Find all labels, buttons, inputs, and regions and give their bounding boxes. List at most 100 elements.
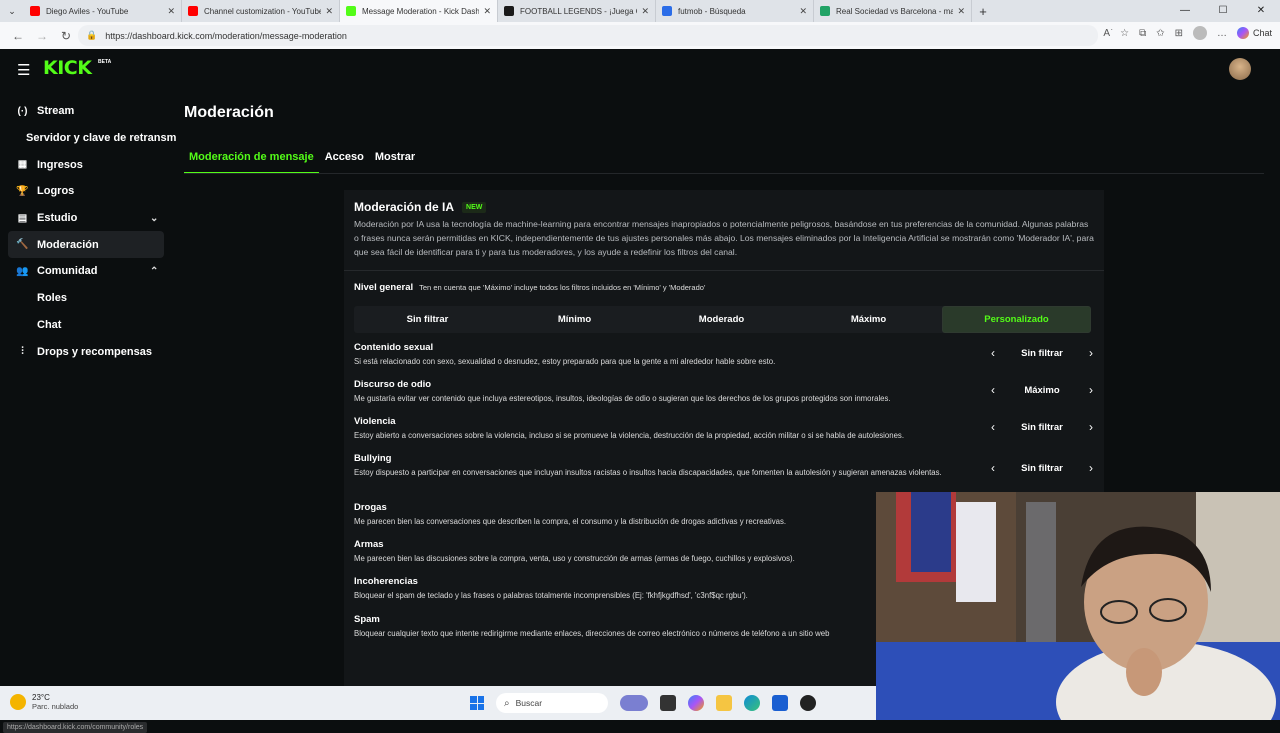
filter-value: Sin filtrar: [1021, 462, 1063, 474]
chevron-left-icon[interactable]: ‹: [986, 346, 1000, 360]
edge-icon[interactable]: [744, 695, 760, 711]
kick-logo[interactable]: KICK: [43, 57, 92, 79]
card-divider: [344, 270, 1104, 271]
browser-tab[interactable]: FOOTBALL LEGENDS - ¡Juega Gra ✕: [498, 0, 656, 22]
task-view-icon[interactable]: [660, 695, 676, 711]
filter-stepper: ‹ Sin filtrar ›: [986, 420, 1098, 434]
category-row: Contenido sexual Si está relacionado con …: [354, 342, 1094, 367]
copilot-chat-button[interactable]: Chat: [1236, 27, 1272, 39]
sidebar-item-ingresos[interactable]: ▦ Ingresos: [8, 151, 178, 178]
sidebar-item-chat[interactable]: Chat: [8, 312, 178, 339]
category-description: Bloquear cualquier texto que intente red…: [354, 629, 830, 638]
tab-list-icon[interactable]: ⌄: [0, 0, 24, 22]
browser-tab-strip: ⌄ Diego Aviles - YouTube ✕ Channel customi…: [0, 0, 1280, 22]
browser-tab[interactable]: Real Sociedad vs Barcelona - mar ✕: [814, 0, 972, 22]
lock-icon[interactable]: 🔒: [86, 30, 97, 41]
sidebar-icon: 👥: [16, 265, 29, 277]
sidebar-item-label: Moderación: [37, 238, 99, 251]
copilot-taskbar-icon[interactable]: [688, 695, 704, 711]
reload-icon[interactable]: ↻: [54, 29, 78, 43]
tab-favicon-icon: [504, 6, 514, 16]
level-selector: Sin filtrar Mínimo Moderado Máximo Personali…: [354, 306, 1091, 333]
windows-start-icon[interactable]: [470, 696, 484, 710]
level-option[interactable]: Mínimo: [501, 306, 648, 333]
sidebar-item-roles[interactable]: Roles: [8, 285, 178, 312]
level-option[interactable]: Personalizado: [942, 306, 1091, 333]
sidebar-icon: 🏆: [16, 185, 29, 197]
read-aloud-icon[interactable]: A͘: [1103, 28, 1110, 39]
tab-acceso[interactable]: Acceso: [320, 149, 369, 174]
sidebar-item-label: Estudio: [37, 212, 78, 225]
widgets-icon[interactable]: [620, 695, 648, 711]
sidebar-item-estudio[interactable]: ▤ Estudio ⌄: [8, 205, 178, 232]
sidebar-item-label: Servidor y clave de retransmisión: [26, 132, 176, 145]
chevron-left-icon[interactable]: ‹: [986, 461, 1000, 475]
chevron-right-icon[interactable]: ›: [1084, 383, 1098, 397]
split-screen-icon[interactable]: ⧉: [1139, 28, 1146, 39]
new-badge: NEW: [462, 201, 487, 213]
store-icon[interactable]: [772, 695, 788, 711]
sidebar-item-label: Stream: [37, 105, 75, 118]
tab-close-icon[interactable]: ✕: [957, 6, 965, 17]
tab-title: Real Sociedad vs Barcelona - mar: [836, 6, 954, 16]
tab-close-icon[interactable]: ✕: [325, 6, 333, 17]
chevron-icon[interactable]: ⌄: [150, 213, 158, 224]
level-option[interactable]: Sin filtrar: [354, 306, 501, 333]
sidebar-item-comunidad[interactable]: 👥 Comunidad ⌃: [8, 258, 178, 285]
collections-icon[interactable]: ⊞: [1175, 28, 1183, 39]
favorite-star-icon[interactable]: ☆: [1120, 28, 1129, 39]
favorites-icon[interactable]: ✩: [1156, 28, 1164, 39]
forward-icon[interactable]: →: [30, 29, 54, 43]
maximize-icon[interactable]: ☐: [1204, 0, 1242, 22]
address-bar-actions: A͘ ☆ ⧉ ✩ ⊞ … Chat: [1103, 26, 1272, 40]
sidebar-item-stream[interactable]: (·) Stream: [8, 98, 178, 125]
weather-widget[interactable]: 23°C Parc. nublado: [10, 693, 78, 711]
minimize-icon[interactable]: —: [1166, 0, 1204, 22]
tab-close-icon[interactable]: ✕: [641, 6, 649, 17]
level-option[interactable]: Máximo: [795, 306, 942, 333]
back-icon[interactable]: ←: [6, 29, 30, 43]
menu-icon[interactable]: ☰: [17, 61, 30, 79]
level-option[interactable]: Moderado: [648, 306, 795, 333]
chevron-right-icon[interactable]: ›: [1084, 461, 1098, 475]
sidebar-item-moderación[interactable]: 🔨 Moderación: [8, 231, 164, 259]
profile-icon[interactable]: [1192, 26, 1207, 40]
file-explorer-icon[interactable]: [716, 695, 732, 711]
sidebar-item-label: Drops y recompensas: [37, 345, 152, 358]
sidebar-item-logros[interactable]: 🏆 Logros: [8, 178, 178, 205]
browser-tab[interactable]: Diego Aviles - YouTube ✕: [24, 0, 182, 22]
category-name: Contenido sexual: [354, 342, 434, 353]
sidebar-icon: ▦: [17, 159, 28, 171]
category-description: Estoy dispuesto a participar en conversa…: [354, 468, 942, 477]
user-avatar[interactable]: [1229, 58, 1251, 80]
chevron-left-icon[interactable]: ‹: [986, 420, 1000, 434]
close-window-icon[interactable]: ✕: [1242, 0, 1280, 22]
tab-close-icon[interactable]: ✕: [799, 6, 807, 17]
weather-desc: Parc. nublado: [32, 702, 79, 711]
sidebar-item-servidor[interactable]: Servidor y clave de retransmisión: [8, 125, 176, 152]
category-description: Estoy abierto a conversaciones sobre la …: [354, 431, 904, 440]
browser-tab[interactable]: Message Moderation - Kick Dash ✕: [340, 0, 498, 22]
tab-close-icon[interactable]: ✕: [483, 6, 491, 17]
sidebar-item-drops[interactable]: ⫶ Drops y recompensas: [8, 338, 178, 365]
tab-moderación[interactable]: Moderación de mensaje: [184, 149, 319, 174]
url-field[interactable]: 🔒 https://dashboard.kick.com/moderation/…: [78, 25, 1098, 46]
taskbar-search[interactable]: ⌕ Buscar: [496, 693, 608, 713]
more-icon[interactable]: …: [1217, 28, 1227, 39]
category-description: Me gustaría evitar ver contenido que inc…: [354, 394, 891, 403]
chevron-right-icon[interactable]: ›: [1084, 420, 1098, 434]
chevron-icon[interactable]: ⌃: [150, 266, 158, 277]
browser-tab[interactable]: Channel customization - YouTube ✕: [182, 0, 340, 22]
tab-favicon-icon: [820, 6, 830, 16]
tab-mostrar[interactable]: Mostrar: [370, 149, 420, 174]
category-row: Bullying Estoy dispuesto a participar en …: [354, 453, 1094, 478]
chevron-right-icon[interactable]: ›: [1084, 346, 1098, 360]
category-name: Discurso de odio: [354, 379, 432, 390]
category-description: Si está relacionado con sexo, sexualidad…: [354, 357, 776, 366]
tab-close-icon[interactable]: ✕: [167, 6, 175, 17]
browser-tab[interactable]: futmob - Búsqueda ✕: [656, 0, 814, 22]
moderation-tabs: Moderación de mensaje Acceso Mostrar: [184, 149, 421, 174]
chevron-left-icon[interactable]: ‹: [986, 383, 1000, 397]
obs-icon[interactable]: [800, 695, 816, 711]
new-tab-button[interactable]: +: [972, 4, 994, 19]
